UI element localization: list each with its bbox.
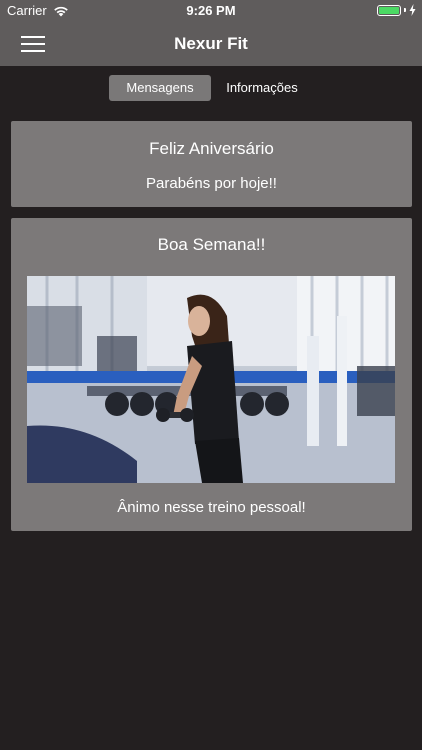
tab-mensagens[interactable]: Mensagens [109, 75, 211, 101]
message-card[interactable]: Feliz Aniversário Parabéns por hoje!! [11, 121, 412, 207]
gym-photo [27, 276, 395, 483]
battery-icon [377, 4, 401, 16]
app-title: Nexur Fit [174, 34, 248, 53]
message-body: Ânimo nesse treino pessoal! [117, 499, 306, 516]
gym-illustration [27, 276, 395, 483]
status-right [377, 4, 416, 16]
status-time: 9:26 PM [186, 3, 236, 18]
battery-tip [404, 8, 406, 12]
charging-bolt-icon [409, 4, 416, 16]
status-bar: Carrier 9:26 PM [0, 0, 422, 22]
battery-fill [379, 6, 399, 14]
message-body: Parabéns por hoje!! [146, 175, 277, 192]
message-title: Feliz Aniversário [149, 139, 274, 158]
navigation-bar: Nexur Fit [0, 22, 422, 66]
segmented-control: Mensagens Informações [109, 75, 313, 101]
message-card[interactable]: Boa Semana!! Ânimo nesse treino pessoal! [11, 218, 412, 531]
tab-informacoes[interactable]: Informações [211, 75, 313, 101]
message-title: Boa Semana!! [157, 235, 266, 254]
